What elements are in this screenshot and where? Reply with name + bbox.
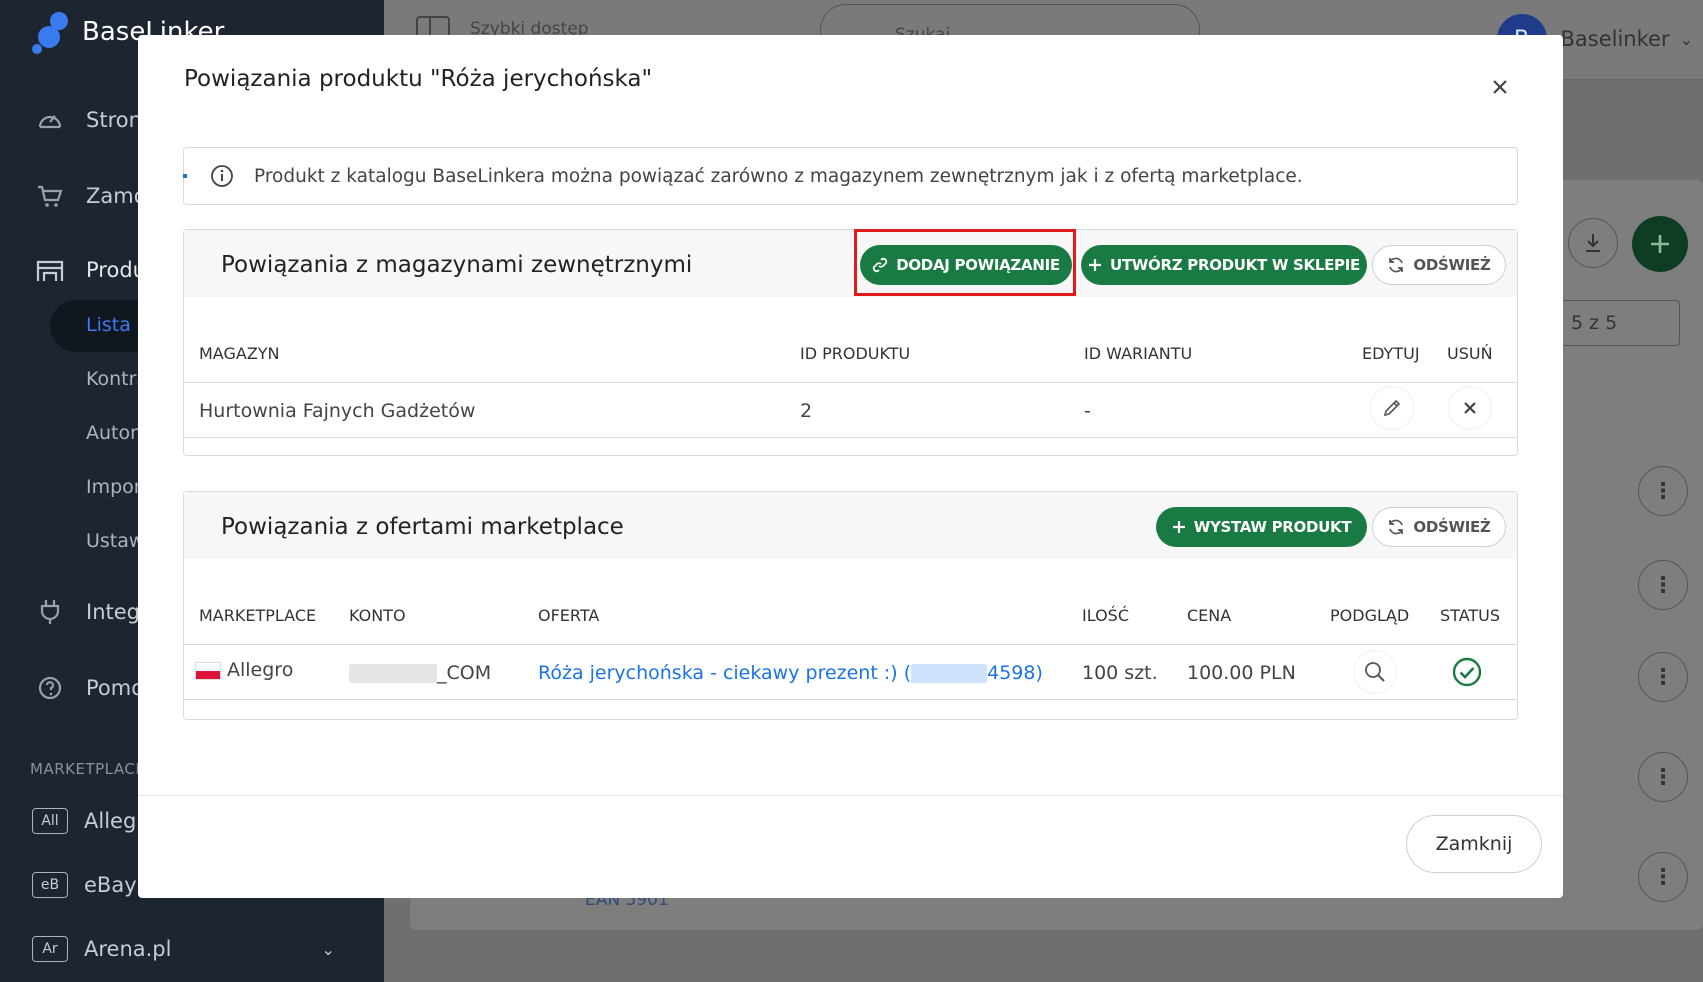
plus-icon <box>1651 235 1669 253</box>
sidebar-item-arena[interactable]: Ar Arena.pl ⌄ <box>32 936 335 962</box>
column-header-preview: PODGLĄD <box>1330 606 1410 625</box>
table-divider <box>184 699 1517 700</box>
add-link-button[interactable]: DODAJ POWIĄZANIE <box>860 245 1072 285</box>
column-header-account: KONTO <box>349 606 406 625</box>
column-header-edit: EDYTUJ <box>1362 344 1420 363</box>
more-options-icon[interactable]: ⋮ <box>1638 752 1688 802</box>
column-header-variant-id: ID WARIANTU <box>1084 344 1193 363</box>
table-divider <box>184 382 1517 383</box>
close-icon <box>1464 402 1476 414</box>
sidebar-item-ebay[interactable]: eB eBay <box>32 872 137 898</box>
cell-warehouse: Hurtownia Fajnych Gadżetów <box>199 400 476 422</box>
chevron-down-icon: ⌄ <box>1679 29 1693 49</box>
plus-icon <box>1089 259 1101 271</box>
chevron-down-icon[interactable]: ⌄ <box>321 940 334 959</box>
column-header-quantity: ILOŚĆ <box>1082 606 1129 625</box>
cell-account: _COM <box>349 662 491 684</box>
edit-link-button[interactable] <box>1371 387 1413 429</box>
column-header-status: STATUS <box>1440 606 1501 625</box>
download-button[interactable] <box>1568 218 1618 268</box>
marketplace-name: Allegro <box>227 659 294 681</box>
create-product-in-shop-button[interactable]: UTWÓRZ PRODUKT W SKLEPIE <box>1081 245 1367 285</box>
modal-title: Powiązania produktu "Róża jerychońska" <box>184 66 653 92</box>
allegro-badge-icon: All <box>32 808 68 834</box>
download-icon <box>1586 234 1600 252</box>
cell-variant-id: - <box>1084 400 1091 422</box>
status-ok-icon <box>1452 657 1482 687</box>
create-product-label: UTWÓRZ PRODUKT W SKLEPIE <box>1110 256 1360 274</box>
list-product-button[interactable]: WYSTAW PRODUKT <box>1156 507 1367 547</box>
modal-footer-divider <box>138 795 1563 796</box>
sidebar-item-label: eBay <box>84 873 137 897</box>
more-options-icon[interactable]: ⋮ <box>1638 466 1688 516</box>
redacted-account <box>349 664 437 683</box>
more-options-icon[interactable]: ⋮ <box>1638 852 1688 902</box>
info-icon <box>211 165 233 187</box>
pagination-info: 5 z 5 <box>1560 300 1680 346</box>
product-links-modal: Powiązania produktu "Róża jerychońska" P… <box>138 35 1563 898</box>
logo-icon <box>32 10 72 54</box>
link-icon <box>873 257 888 273</box>
section-title: Powiązania z magazynami zewnętrznymi <box>221 252 693 278</box>
more-options-icon[interactable]: ⋮ <box>1638 560 1688 610</box>
close-modal-button[interactable]: Zamknij <box>1406 815 1542 873</box>
info-alert: Produkt z katalogu BaseLinkera można pow… <box>183 147 1518 205</box>
refresh-marketplace-button[interactable]: ODŚWIEŻ <box>1372 507 1506 547</box>
info-text: Produkt z katalogu BaseLinkera można pow… <box>254 165 1303 187</box>
section-title: Powiązania z ofertami marketplace <box>221 514 624 540</box>
dashboard-icon <box>36 106 64 134</box>
cell-quantity: 100 szt. <box>1082 662 1158 684</box>
table-divider <box>184 644 1517 645</box>
pencil-icon <box>1383 399 1401 417</box>
help-icon <box>36 674 64 702</box>
add-link-label: DODAJ POWIĄZANIE <box>896 256 1060 274</box>
refresh-icon <box>1389 257 1404 273</box>
arena-badge-icon: Ar <box>32 936 68 962</box>
offer-link[interactable]: Róża jerychońska - ciekawy prezent :) ( 4… <box>538 662 1043 684</box>
delete-link-button[interactable] <box>1449 387 1491 429</box>
offer-id-suffix: 4598) <box>987 662 1043 684</box>
sidebar-item-label: Arena.pl <box>84 937 172 961</box>
marketplace-offers-section: Powiązania z ofertami marketplace WYSTAW… <box>183 491 1518 720</box>
column-header-warehouse: MAGAZYN <box>199 344 280 363</box>
refresh-label: ODŚWIEŻ <box>1413 256 1491 274</box>
refresh-label: ODŚWIEŻ <box>1413 518 1491 536</box>
refresh-warehouses-button[interactable]: ODŚWIEŻ <box>1372 245 1506 285</box>
offer-title: Róża jerychońska - ciekawy prezent :) ( <box>538 662 912 684</box>
cell-marketplace: Allegro <box>195 659 293 681</box>
search-icon <box>1365 662 1385 682</box>
marketplace-section-label: MARKETPLACE <box>30 760 146 778</box>
column-header-delete: USUŃ <box>1447 344 1493 363</box>
warehouse-icon <box>36 256 64 284</box>
preview-offer-button[interactable] <box>1354 651 1396 693</box>
account-suffix: _COM <box>437 662 492 684</box>
user-name: Baselinker <box>1560 27 1670 51</box>
table-divider <box>184 437 1517 438</box>
cell-price: 100.00 PLN <box>1187 662 1296 684</box>
close-icon[interactable] <box>1488 75 1512 99</box>
column-header-offer: OFERTA <box>538 606 600 625</box>
redacted-offer-id <box>911 664 988 683</box>
poland-flag-icon <box>195 661 221 680</box>
add-product-button[interactable] <box>1632 216 1688 272</box>
external-warehouses-section: Powiązania z magazynami zewnętrznymi DOD… <box>183 229 1518 456</box>
column-header-marketplace: MARKETPLACE <box>199 606 317 625</box>
list-product-label: WYSTAW PRODUKT <box>1193 518 1352 536</box>
ebay-badge-icon: eB <box>32 872 68 898</box>
column-header-product-id: ID PRODUKTU <box>800 344 911 363</box>
cart-icon <box>36 182 64 210</box>
cell-product-id: 2 <box>800 400 813 422</box>
plus-icon <box>1172 521 1185 533</box>
refresh-icon <box>1389 519 1404 535</box>
more-options-icon[interactable]: ⋮ <box>1638 652 1688 702</box>
column-header-price: CENA <box>1187 606 1232 625</box>
plug-icon <box>36 598 64 626</box>
